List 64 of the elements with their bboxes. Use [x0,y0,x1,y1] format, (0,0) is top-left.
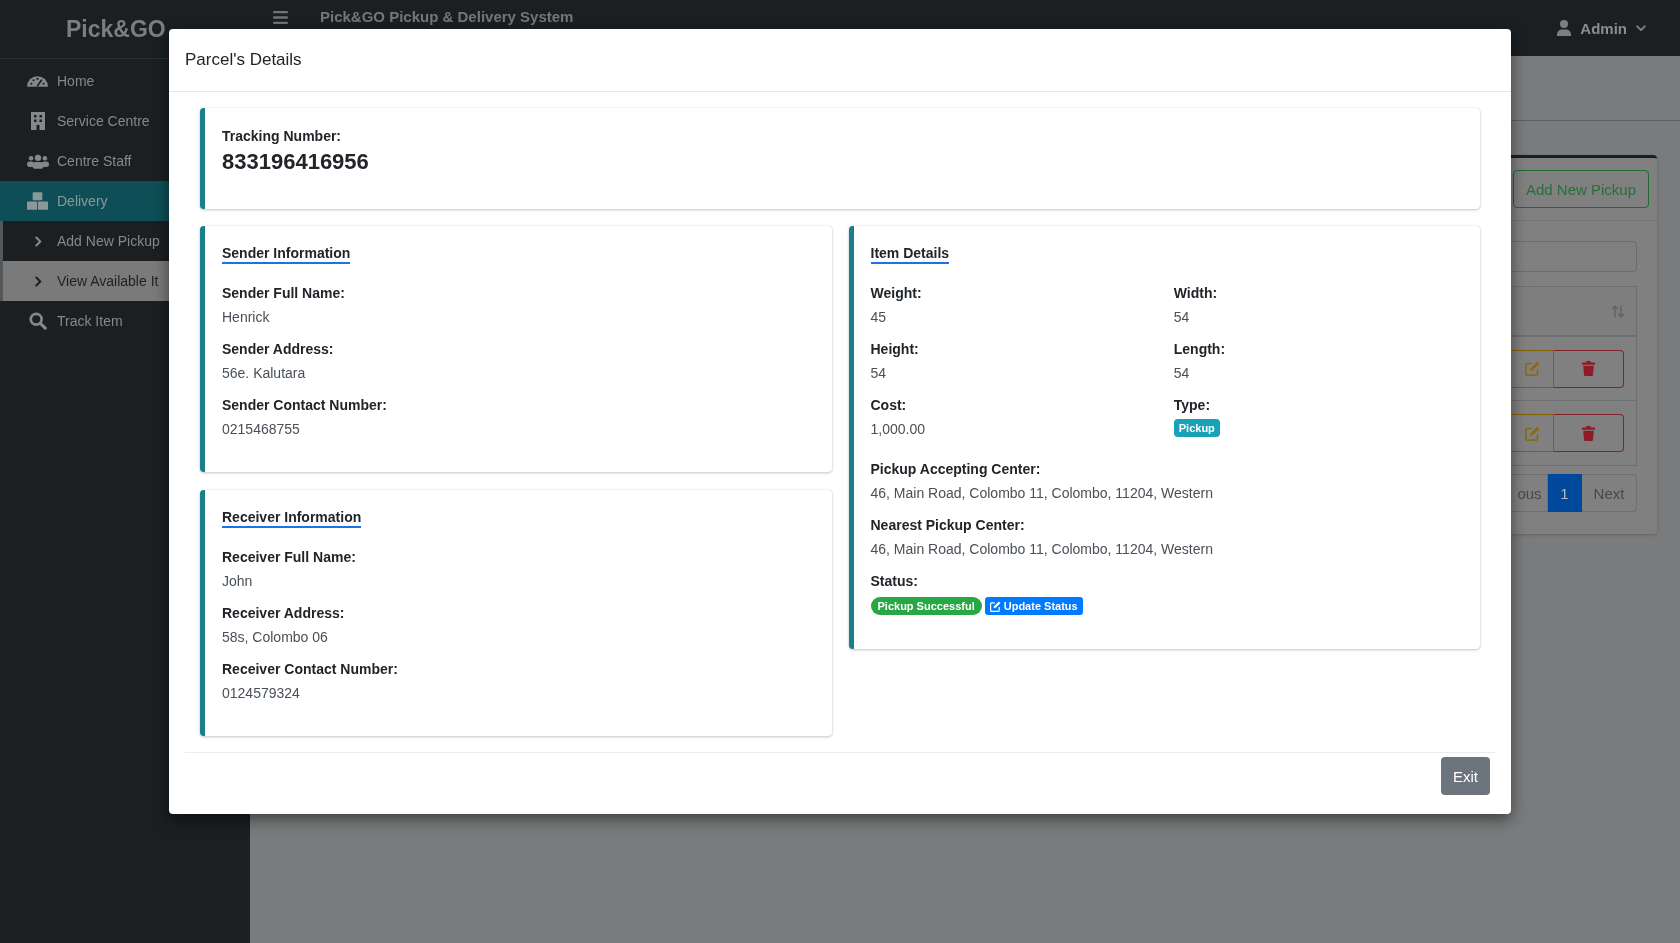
status-badge: Pickup Successful [870,597,982,615]
app-title: Pick&GO Pickup & Delivery System [320,7,574,27]
field-value: John [222,572,253,591]
menu-icon[interactable] [273,10,288,24]
field-value: 45 [870,308,887,327]
input-field[interactable] [1512,241,1637,272]
field-label: Sender Contact Number: [222,396,387,415]
update-status-button[interactable]: Update Status [984,597,1083,615]
user-icon [1557,20,1572,36]
field-label: Height: [870,340,919,359]
search-icon [28,312,47,330]
edit-icon [1525,361,1540,376]
section-heading: Receiver Information [222,508,362,528]
field-value: 58s, Colombo 06 [222,628,328,647]
section-heading: Item Details [870,244,950,264]
delete-button[interactable] [1554,414,1624,452]
modal-title: Parcel's Details [185,49,302,71]
field-value: 1,000.00 [870,420,925,439]
field-label: Cost: [870,396,907,415]
field-value: 0124579324 [222,684,300,703]
field-value: 54 [1173,308,1190,327]
exit-button[interactable]: Exit [1441,757,1490,795]
field-label: Receiver Full Name: [222,548,356,567]
field-label: Nearest Pickup Center: [870,516,1025,535]
page-link[interactable]: 1 [1548,474,1582,512]
field-value: 0215468755 [222,420,300,439]
pagination-link[interactable]: ous [1512,474,1548,512]
field-value: 56e. Kalutara [222,364,306,383]
field-value: 46, Main Road, Colombo 11, Colombo, 11204, Western [870,484,1213,503]
field-label: Type: [1173,396,1211,415]
field-value: 54 [870,364,887,383]
delete-button[interactable] [1554,349,1624,388]
gauge-icon [27,75,48,87]
boxes-icon [27,192,48,210]
field-value: Henrick [222,308,270,327]
building-icon [30,112,45,130]
field-label: Receiver Contact Number: [222,660,398,679]
field-label: Sender Address: [222,340,334,359]
edit-icon [989,600,1001,612]
users-icon [26,153,49,169]
section-heading: Sender Information [222,244,351,264]
chevron-right-icon [35,235,42,247]
field-value: 46, Main Road, Colombo 11, Colombo, 11204, Western [870,540,1213,559]
edit-button[interactable] [1512,349,1554,388]
field-label: Length: [1173,340,1226,359]
field-label: Status: [870,572,918,591]
chevron-right-icon [35,275,42,287]
brand-name[interactable]: Pick&GO [66,15,166,43]
trash-icon [1582,425,1595,441]
caret-icon [1636,24,1646,32]
tracking-number: 833196416956 [222,148,369,176]
field-label: Pickup Accepting Center: [870,460,1041,479]
edit-icon [1525,425,1540,441]
field-label: Width: [1173,284,1218,303]
field-label: Tracking Number: [222,127,342,146]
field-label: Receiver Address: [222,604,345,623]
field-label: Weight: [870,284,922,303]
user-menu[interactable]: Admin [1557,13,1646,43]
type-badge: Pickup [1173,419,1220,437]
pagination-link[interactable]: Next [1582,474,1637,512]
field-value: 54 [1173,364,1190,383]
trash-icon [1582,361,1595,376]
edit-button[interactable] [1512,414,1554,452]
sort-icon[interactable] [1611,304,1625,318]
